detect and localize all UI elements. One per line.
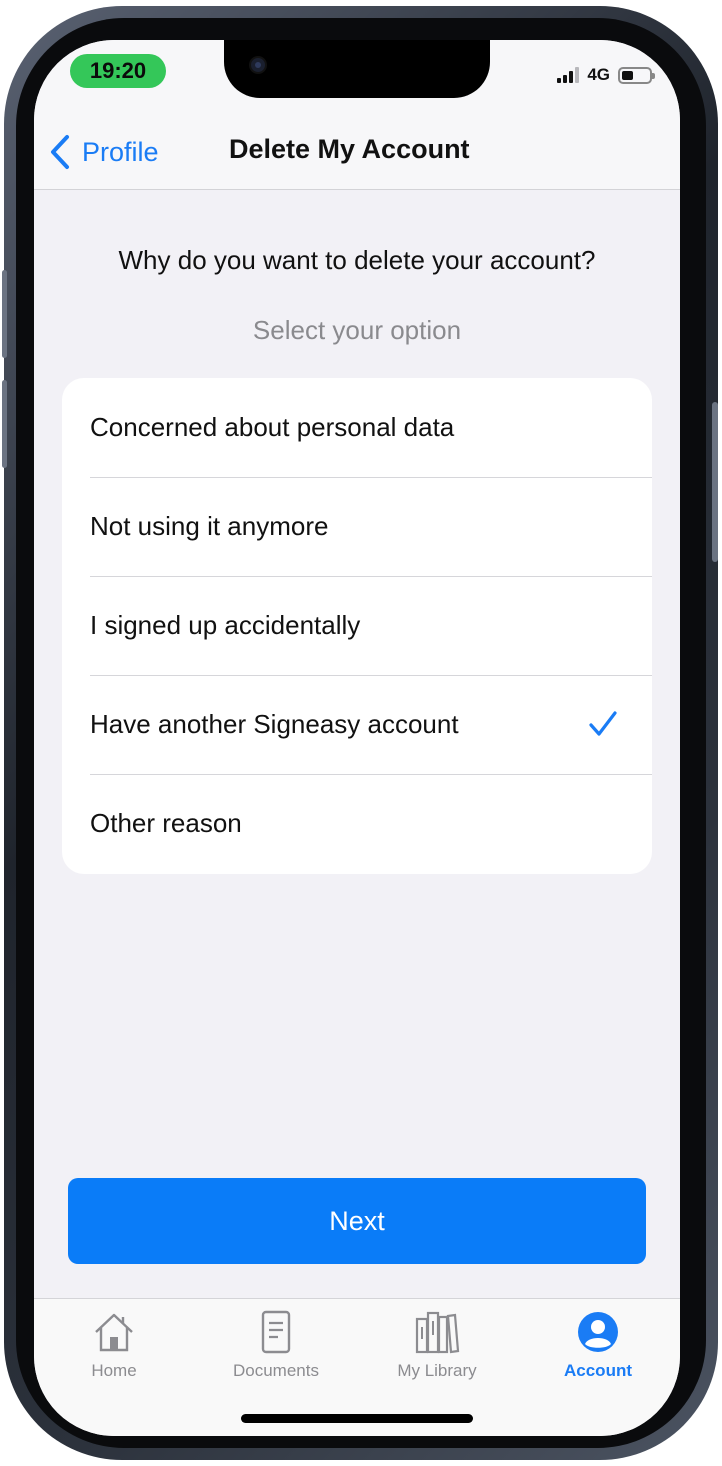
reason-option-signed-up-accidentally[interactable]: I signed up accidentally xyxy=(62,576,652,675)
back-button[interactable]: Profile xyxy=(48,132,159,172)
reason-option-not-using[interactable]: Not using it anymore xyxy=(62,477,652,576)
tab-my-library[interactable]: My Library xyxy=(357,1309,517,1389)
notch xyxy=(224,40,490,98)
volume-down-button xyxy=(2,380,7,468)
house-icon xyxy=(95,1313,133,1352)
tab-home[interactable]: Home xyxy=(34,1309,194,1389)
reason-option-another-account[interactable]: Have another Signeasy account xyxy=(62,675,652,774)
tab-label: Documents xyxy=(233,1361,319,1380)
signal-icon xyxy=(557,67,580,83)
chevron-left-icon xyxy=(51,135,69,169)
reason-option-label: Other reason xyxy=(90,808,242,838)
status-time: 19:20 xyxy=(70,54,166,88)
reason-option-personal-data[interactable]: Concerned about personal data xyxy=(62,378,652,477)
home-indicator xyxy=(241,1414,473,1423)
account-icon xyxy=(578,1312,618,1352)
volume-up-button xyxy=(2,270,7,358)
back-button-label: Profile xyxy=(82,136,159,167)
tab-account[interactable]: Account xyxy=(518,1309,678,1389)
tab-label: Account xyxy=(564,1361,632,1380)
power-button xyxy=(712,402,718,562)
tab-label: My Library xyxy=(397,1361,477,1380)
screen: 19:20 4G Profile Delete My Account Why d… xyxy=(34,40,680,1436)
battery-icon xyxy=(618,66,655,84)
reason-option-label: Concerned about personal data xyxy=(90,412,455,442)
hint-text: Select your option xyxy=(252,315,462,345)
library-icon xyxy=(415,1311,460,1354)
reason-option-label: I signed up accidentally xyxy=(90,610,361,640)
tab-label: Home xyxy=(91,1361,137,1380)
question-text: Why do you want to delete your account? xyxy=(118,245,596,275)
tab-documents[interactable]: Documents xyxy=(196,1309,356,1389)
document-icon xyxy=(261,1310,291,1354)
reason-option-label: Have another Signeasy account xyxy=(90,709,459,739)
checkmark-icon xyxy=(589,711,617,736)
reason-option-other[interactable]: Other reason xyxy=(62,774,652,873)
camera-icon xyxy=(249,56,267,74)
page-title: Delete My Account xyxy=(229,134,470,164)
reason-list: Concerned about personal data Not using … xyxy=(62,378,652,874)
reason-option-label: Not using it anymore xyxy=(90,511,329,541)
top-bar: 19:20 4G Profile Delete My Account xyxy=(34,40,680,190)
network-type: 4G xyxy=(587,65,610,84)
status-indicators: 4G xyxy=(557,64,655,86)
next-button[interactable]: Next xyxy=(68,1178,646,1264)
